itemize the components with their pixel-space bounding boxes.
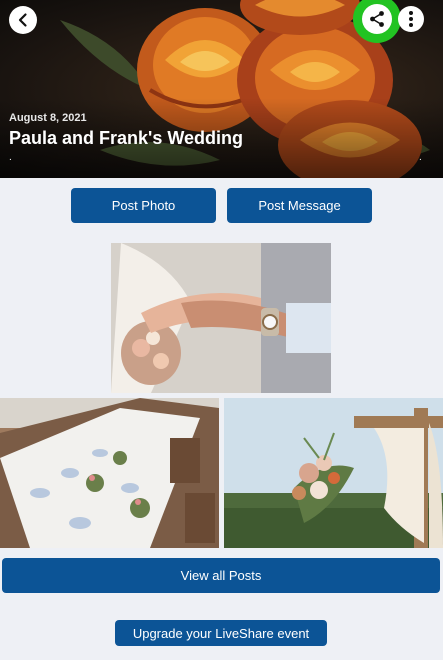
wedding-rings-photo[interactable] <box>111 243 331 393</box>
more-vertical-icon <box>409 11 413 27</box>
share-button[interactable] <box>362 4 392 34</box>
table-setting-photo[interactable] <box>0 398 219 548</box>
event-date: August 8, 2021 <box>9 112 87 124</box>
post-photo-button[interactable]: Post Photo <box>71 188 216 223</box>
view-all-posts-button[interactable]: View all Posts <box>2 558 440 593</box>
upgrade-event-button[interactable]: Upgrade your LiveShare event <box>115 620 327 646</box>
share-icon <box>370 11 384 27</box>
post-message-button[interactable]: Post Message <box>227 188 372 223</box>
carousel-dot: . <box>419 152 422 163</box>
floral-arch-photo[interactable] <box>224 398 443 548</box>
more-options-button[interactable] <box>398 6 424 32</box>
event-title: Paula and Frank's Wedding <box>9 128 243 148</box>
chevron-left-icon <box>18 13 27 27</box>
title-dot: . <box>9 152 12 163</box>
back-button[interactable] <box>9 6 37 34</box>
